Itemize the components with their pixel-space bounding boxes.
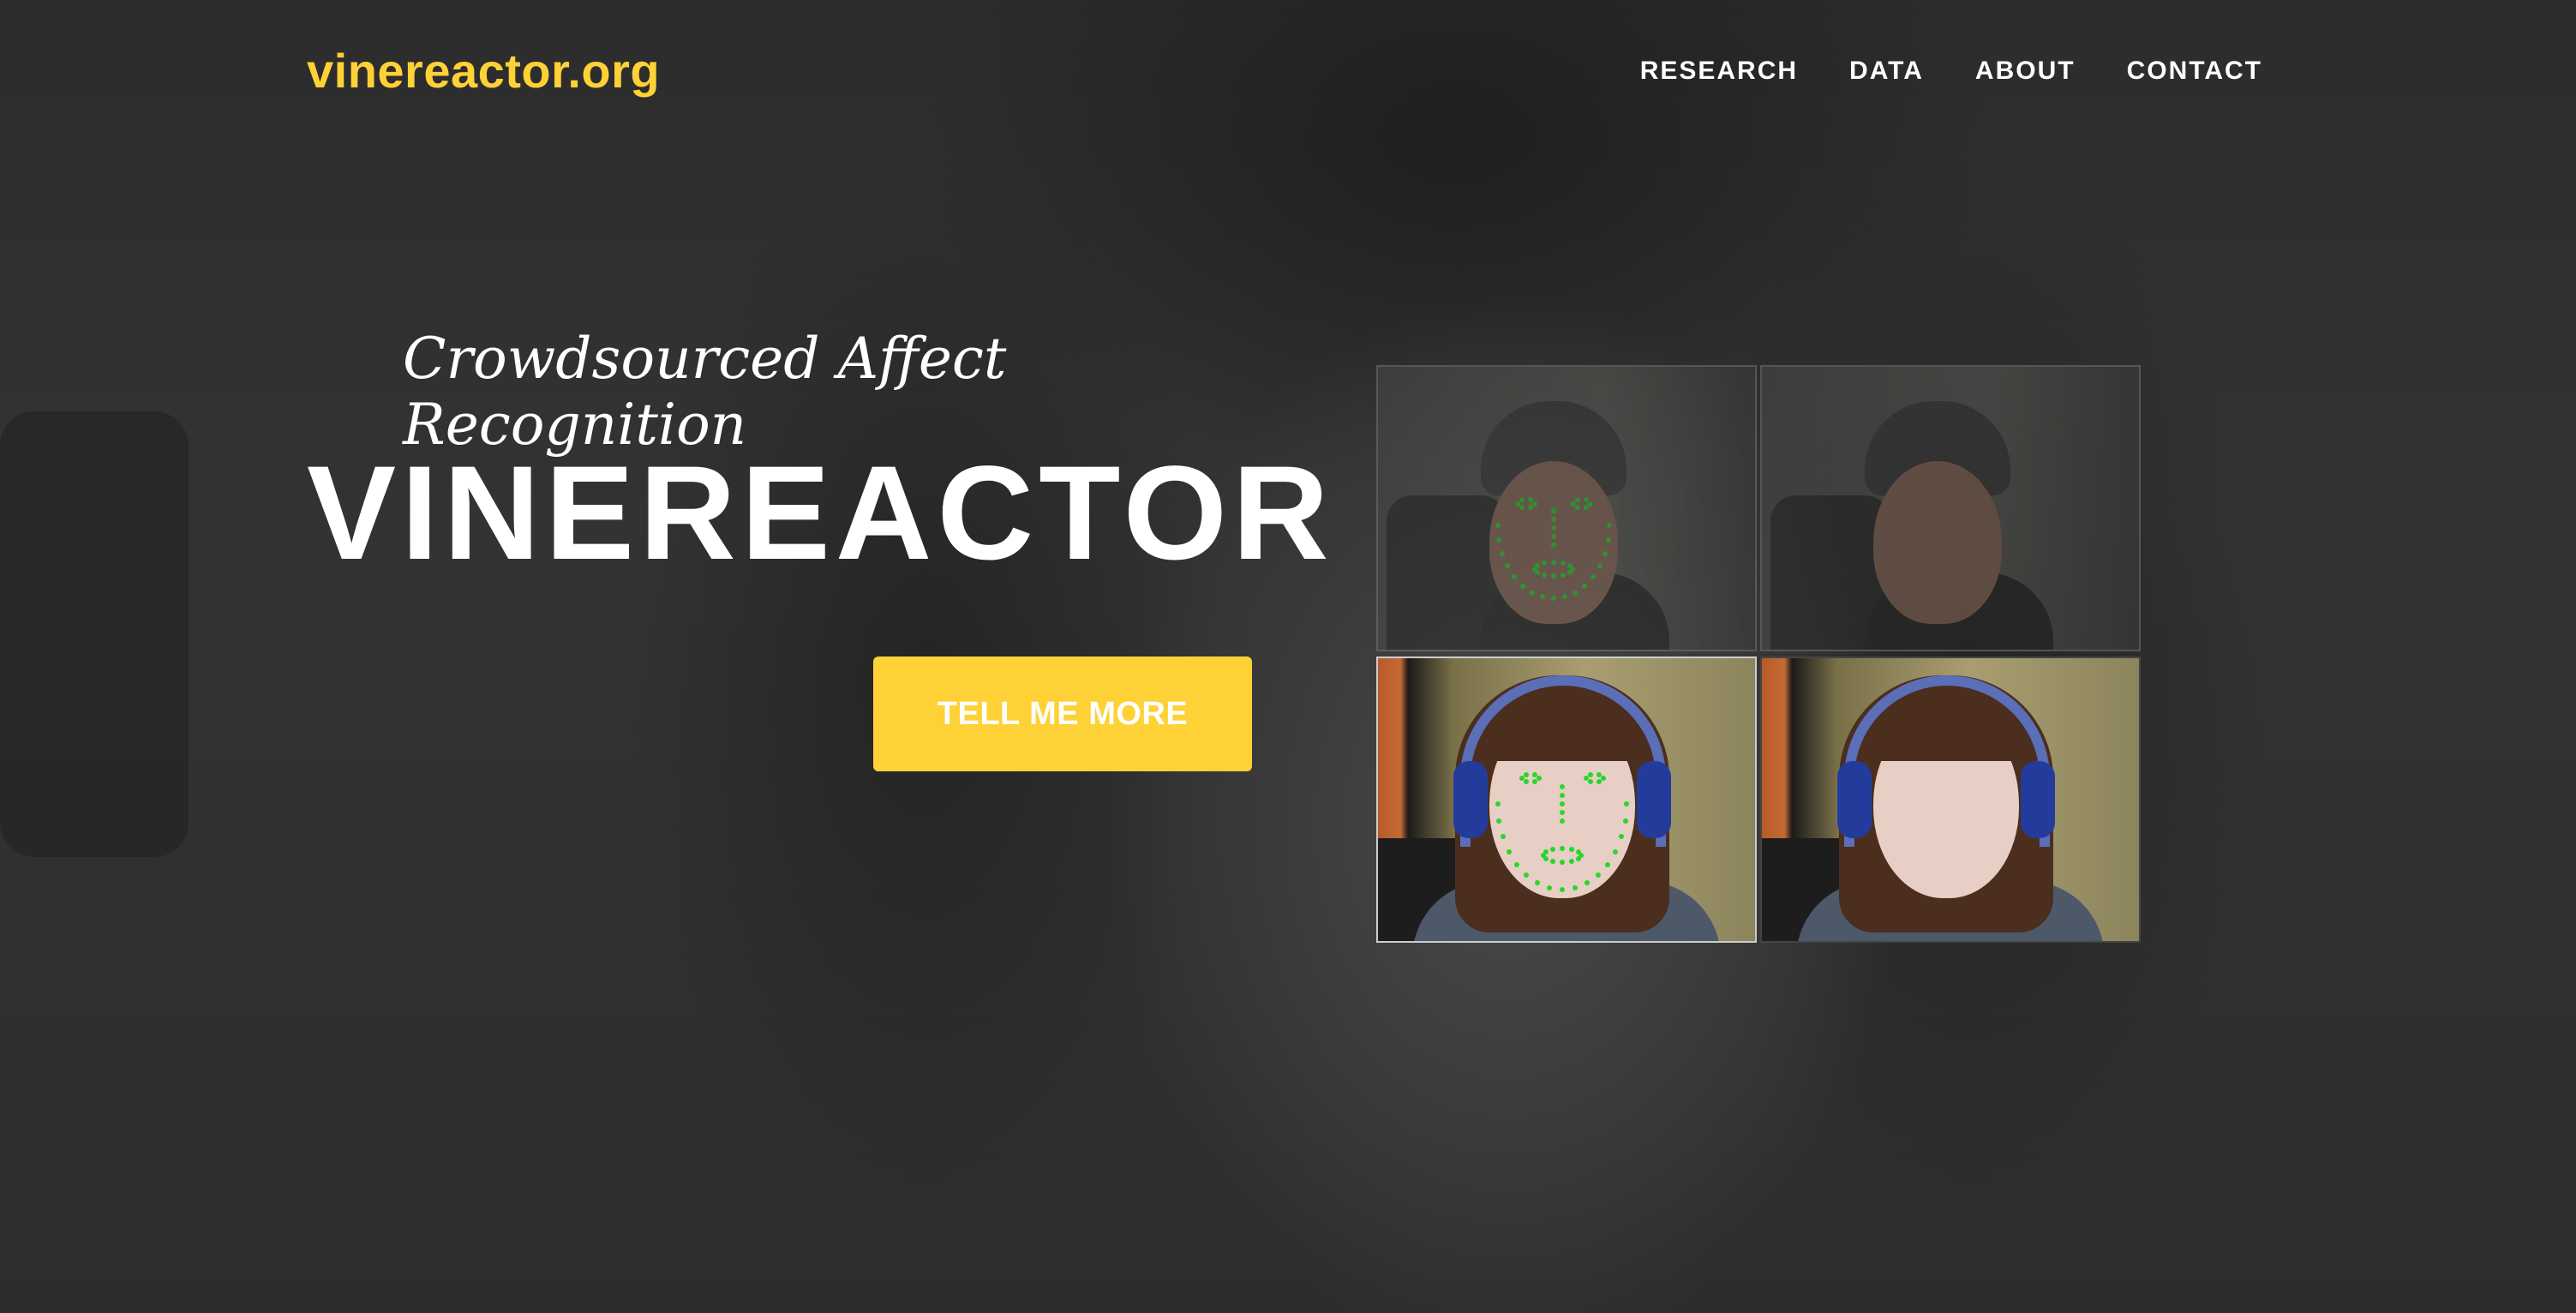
landmark-dot — [1624, 801, 1629, 806]
landmark-dot — [1622, 818, 1628, 824]
landmark-dot — [1500, 834, 1506, 840]
landmark-dot — [1496, 537, 1502, 543]
landmark-dot — [1527, 497, 1533, 503]
landmark-dot — [1596, 779, 1602, 785]
landmark-dot — [1603, 550, 1609, 556]
landmark-dot — [1524, 872, 1530, 878]
landmark-dot — [1583, 776, 1589, 781]
gallery-image-man — [1760, 365, 2141, 651]
nav-research[interactable]: RESEARCH — [1640, 57, 1798, 86]
landmark-dot — [1551, 508, 1556, 513]
landmark-dot — [1560, 810, 1565, 815]
landmark-dot — [1512, 574, 1518, 580]
landmark-dot — [1567, 570, 1573, 575]
landmark-dot — [1527, 504, 1533, 510]
landmark-dot — [1596, 771, 1602, 777]
landmark-dot — [1572, 590, 1578, 596]
landmark-dot — [1561, 572, 1566, 578]
landmark-dot — [1535, 880, 1541, 886]
landmark-dot — [1569, 847, 1574, 853]
landmark-dot — [1590, 574, 1596, 580]
landmark-dot — [1567, 563, 1573, 568]
landmark-dot — [1605, 537, 1611, 543]
landmark-dot — [1513, 861, 1519, 867]
landmark-dot — [1551, 534, 1556, 539]
landmark-dot — [1495, 801, 1501, 806]
landmark-dot — [1560, 860, 1565, 865]
landmark-dot — [1587, 771, 1593, 777]
landmark-dot — [1582, 583, 1588, 589]
landmark-dot — [1570, 501, 1576, 507]
landmark-dot — [1519, 583, 1525, 589]
landmark-dot — [1519, 776, 1525, 781]
landmark-dot — [1576, 849, 1582, 854]
gallery-image-woman — [1760, 656, 2141, 943]
landmark-dot — [1560, 887, 1565, 892]
landmark-dot — [1551, 517, 1556, 522]
background-photo — [0, 0, 2576, 1313]
landmark-dot — [1551, 560, 1556, 565]
landmark-dot — [1595, 872, 1601, 878]
landmark-dot — [1523, 771, 1529, 777]
landmark-dot — [1531, 771, 1537, 777]
landmark-dot — [1560, 818, 1565, 824]
nav-data[interactable]: DATA — [1849, 57, 1924, 86]
navbar: vinereactor.org RESEARCH DATA ABOUT CONT… — [0, 0, 2576, 146]
landmark-dot — [1583, 504, 1589, 510]
landmark-dot — [1550, 858, 1555, 864]
landmark-dot — [1561, 594, 1567, 600]
landmark-dot — [1542, 572, 1547, 578]
landmark-dot — [1587, 779, 1593, 785]
landmark-dot — [1523, 779, 1529, 785]
landmark-dot — [1576, 856, 1582, 861]
main-nav: RESEARCH DATA ABOUT CONTACT — [1640, 57, 2262, 86]
facial-landmarks-overlay — [1378, 367, 1755, 650]
landmark-dot — [1495, 523, 1501, 528]
nav-about[interactable]: ABOUT — [1975, 57, 2076, 86]
tell-me-more-button[interactable]: TELL ME MORE — [873, 656, 1252, 771]
landmark-dot — [1519, 497, 1525, 503]
hero-title: VINEREACTOR — [307, 439, 1334, 588]
face-tracking-gallery — [1376, 365, 2141, 943]
nav-contact[interactable]: CONTACT — [2127, 57, 2262, 86]
landmark-dot — [1534, 563, 1540, 568]
landmark-dot — [1496, 818, 1502, 824]
landmark-dot — [1540, 594, 1546, 600]
gallery-image-woman-landmarks — [1376, 656, 1757, 943]
landmark-dot — [1542, 561, 1547, 567]
landmark-dot — [1613, 848, 1619, 854]
landmark-dot — [1560, 801, 1565, 806]
gallery-image-man-landmarks — [1376, 365, 1757, 651]
landmark-dot — [1550, 847, 1555, 853]
landmark-dot — [1506, 848, 1512, 854]
landmark-dot — [1499, 550, 1505, 556]
landmark-dot — [1561, 561, 1566, 567]
landmark-dot — [1583, 497, 1589, 503]
landmark-dot — [1504, 563, 1510, 569]
landmark-dot — [1560, 784, 1565, 789]
landmark-dot — [1551, 596, 1556, 601]
landmark-dot — [1560, 846, 1565, 851]
landmark-dot — [1514, 501, 1520, 507]
landmark-dot — [1551, 573, 1556, 579]
landmark-dot — [1619, 834, 1625, 840]
background-shadow — [0, 411, 189, 857]
landmark-dot — [1531, 779, 1537, 785]
landmark-dot — [1569, 858, 1574, 864]
landmark-dot — [1572, 885, 1578, 891]
landmark-dot — [1560, 793, 1565, 798]
landmark-dot — [1574, 497, 1580, 503]
landmark-dot — [1551, 525, 1556, 531]
landmark-dot — [1547, 885, 1553, 891]
brand-logo-link[interactable]: vinereactor.org — [307, 43, 660, 99]
landmark-dot — [1551, 543, 1556, 548]
landmark-dot — [1584, 880, 1590, 886]
landmark-dot — [1607, 523, 1612, 528]
facial-landmarks-overlay — [1378, 658, 1755, 941]
landmark-dot — [1543, 849, 1549, 854]
landmark-dot — [1605, 861, 1611, 867]
landmark-dot — [1597, 563, 1603, 569]
landmark-dot — [1530, 590, 1536, 596]
